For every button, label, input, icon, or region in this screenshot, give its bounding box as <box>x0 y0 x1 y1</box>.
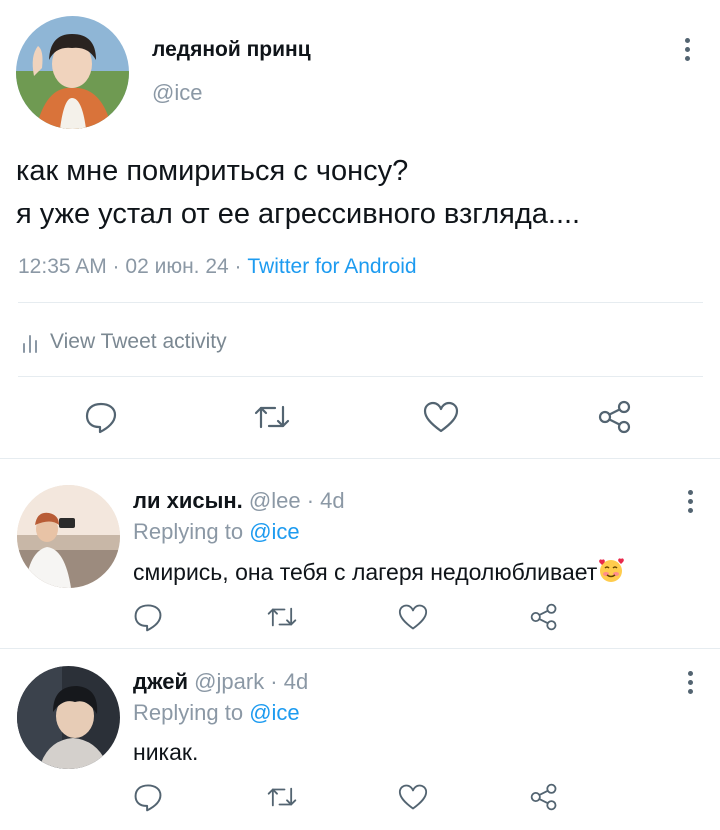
reply-text: смирись, она тебя с лагеря недолюбливает <box>133 557 625 589</box>
more-icon[interactable] <box>685 38 693 65</box>
reply-header: ли хисын. @lee · 4d <box>133 488 345 514</box>
like-icon[interactable] <box>397 783 429 811</box>
divider <box>18 376 703 377</box>
tweet-text-line: как мне помириться с чонсу? <box>16 155 409 187</box>
retweet-icon[interactable] <box>265 602 299 632</box>
replying-to: Replying to @ice <box>133 700 300 726</box>
replying-to-handle[interactable]: @ice <box>249 519 299 544</box>
tweet-source-link[interactable]: Twitter for Android <box>247 255 416 278</box>
tweet-meta: 12:35 AM · 02 июн. 24 · Twitter for Andr… <box>18 255 417 279</box>
reply-text: никак. <box>133 739 199 765</box>
share-icon[interactable] <box>529 783 559 811</box>
replying-to: Replying to @ice <box>133 519 300 545</box>
replying-to-handle[interactable]: @ice <box>249 700 299 725</box>
reply-icon[interactable] <box>83 399 119 435</box>
more-icon[interactable] <box>688 671 696 698</box>
replying-to-label: Replying to <box>133 700 250 725</box>
reply-author-name[interactable]: джей <box>133 669 188 694</box>
reply-icon[interactable] <box>132 781 164 813</box>
like-icon[interactable] <box>422 400 460 434</box>
reply-text-content: смирись, она тебя с лагеря недолюбливает <box>133 559 598 585</box>
reply-author-name[interactable]: ли хисын. <box>133 488 243 513</box>
author-avatar[interactable] <box>16 16 129 129</box>
view-tweet-activity-label: View Tweet activity <box>50 330 227 353</box>
tweet-timestamp: 12:35 AM · 02 июн. 24 · <box>18 255 248 278</box>
share-icon[interactable] <box>529 603 559 631</box>
share-icon[interactable] <box>597 400 633 434</box>
reply-handle-time[interactable]: @jpark · 4d <box>194 669 308 694</box>
reply-icon[interactable] <box>132 601 164 633</box>
author-name[interactable]: ледяной принц <box>152 38 311 62</box>
reply-avatar[interactable] <box>17 666 120 769</box>
replying-to-label: Replying to <box>133 519 250 544</box>
like-icon[interactable] <box>397 603 429 631</box>
more-icon[interactable] <box>688 490 696 517</box>
tweet-text-line: я уже устал от ее агрессивного взгляда..… <box>16 198 581 230</box>
author-handle[interactable]: @ice <box>152 80 202 106</box>
divider <box>0 458 720 459</box>
divider <box>18 302 703 303</box>
retweet-icon[interactable] <box>265 782 299 812</box>
retweet-icon[interactable] <box>252 399 292 435</box>
reply-handle-time[interactable]: @lee · 4d <box>249 488 345 513</box>
divider <box>0 648 720 649</box>
tweet-text: как мне помириться с чонсу? я уже устал … <box>16 150 580 236</box>
reply-avatar[interactable] <box>17 485 120 588</box>
bar-chart-icon <box>22 331 38 353</box>
view-tweet-activity[interactable]: View Tweet activity <box>22 328 227 356</box>
reply-header: джей @jpark · 4d <box>133 669 308 695</box>
smiling-face-with-hearts-icon <box>597 557 625 589</box>
